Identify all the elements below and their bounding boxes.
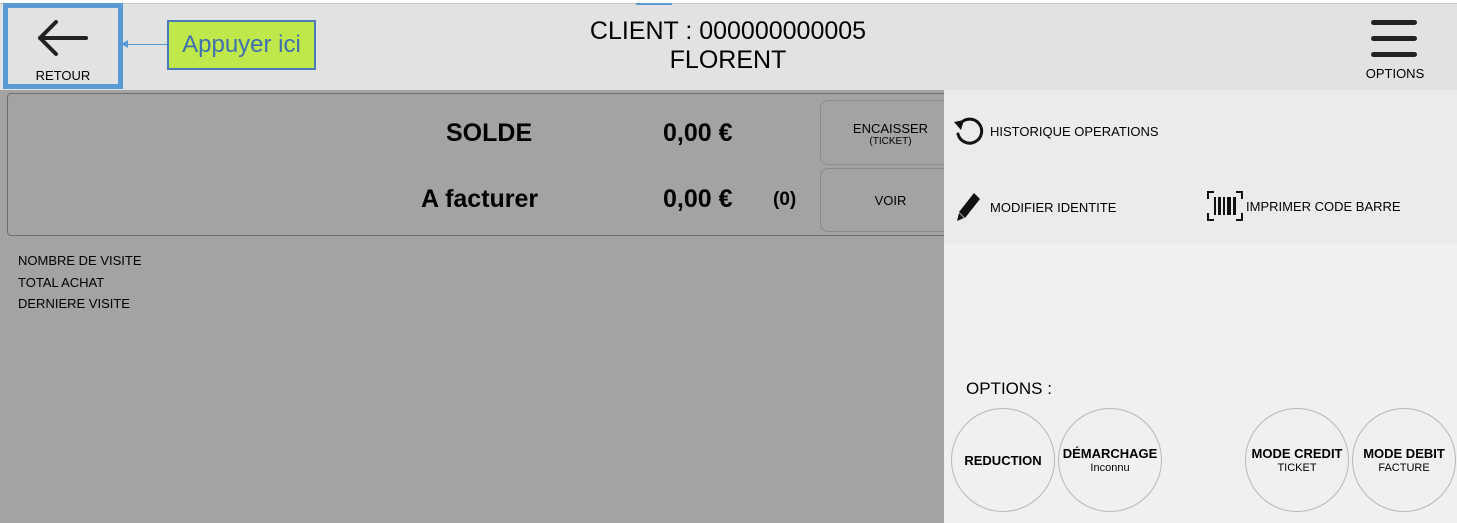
encaisser-button[interactable]: ENCAISSER (TICKET) <box>820 100 960 165</box>
client-name: FLORENT <box>669 46 787 74</box>
callout-connector <box>122 44 168 45</box>
actions-panel: HISTORIQUE OPERATIONS MODIFIER IDENTITE … <box>944 90 1457 523</box>
options-menu-button[interactable]: OPTIONS <box>1350 3 1440 89</box>
voir-button[interactable]: VOIR <box>820 168 960 232</box>
demarchage-label: DÉMARCHAGE <box>1062 446 1158 461</box>
facturer-value: 0,00 € <box>663 185 733 213</box>
mode-debit-button[interactable]: MODE DEBIT FACTURE <box>1352 408 1456 512</box>
edit-identity-button[interactable]: MODIFIER IDENTITE <box>956 191 1116 223</box>
total-purchase-label: TOTAL ACHAT <box>18 274 105 290</box>
options-heading: OPTIONS : <box>966 379 1052 398</box>
arrow-left-icon <box>38 20 88 56</box>
print-barcode-label: IMPRIMER CODE BARRE <box>1246 198 1401 214</box>
visits-label: NOMBRE DE VISITE <box>18 253 142 268</box>
history-operations-button[interactable]: HISTORIQUE OPERATIONS <box>952 114 1159 148</box>
demarchage-sublabel: Inconnu <box>1090 462 1130 474</box>
page-title: CLIENT : 000000000005 FLORENT <box>528 17 928 75</box>
last-visit-label: DERNIERE VISITE <box>18 296 130 311</box>
options-label: OPTIONS <box>1365 66 1425 81</box>
balance-box: SOLDE 0,00 € A facturer 0,00 € (0) ENCAI… <box>7 93 960 236</box>
callout-arrowhead <box>121 40 128 48</box>
encaisser-sublabel: (TICKET) <box>869 136 912 147</box>
callout-hint: Appuyer ici <box>167 20 316 70</box>
mode-credit-button[interactable]: MODE CREDIT TICKET <box>1245 408 1349 512</box>
encaisser-label: ENCAISSER <box>852 121 929 136</box>
client-stats: NOMBRE DE VISITE TOTAL ACHAT DERNIERE VI… <box>18 250 142 315</box>
demarchage-button[interactable]: DÉMARCHAGE Inconnu <box>1058 408 1162 512</box>
mode-debit-sublabel: FACTURE <box>1378 462 1430 474</box>
actions-area: HISTORIQUE OPERATIONS MODIFIER IDENTITE … <box>944 90 1457 244</box>
mode-debit-label: MODE DEBIT <box>1363 446 1445 461</box>
voir-label: VOIR <box>874 193 907 208</box>
reduction-button[interactable]: REDUCTION <box>951 408 1055 512</box>
header-accent <box>636 3 672 5</box>
history-icon <box>954 117 984 145</box>
back-button[interactable]: RETOUR <box>3 3 123 89</box>
edit-identity-label: MODIFIER IDENTITE <box>990 199 1117 215</box>
facturer-count: (0) <box>773 189 797 210</box>
facturer-label: A facturer <box>421 185 539 213</box>
solde-label: SOLDE <box>446 119 533 147</box>
history-label: HISTORIQUE OPERATIONS <box>990 123 1159 139</box>
back-label: RETOUR <box>35 68 91 83</box>
pencil-icon <box>957 193 980 221</box>
barcode-icon <box>1207 191 1243 221</box>
client-summary-panel: SOLDE 0,00 € A facturer 0,00 € (0) ENCAI… <box>0 90 960 523</box>
solde-value: 0,00 € <box>663 119 733 147</box>
mode-credit-label: MODE CREDIT <box>1251 446 1343 461</box>
client-number: CLIENT : 000000000005 <box>589 17 867 45</box>
print-barcode-button[interactable]: IMPRIMER CODE BARRE <box>1207 191 1401 221</box>
reduction-label: REDUCTION <box>964 452 1042 468</box>
hamburger-menu-icon <box>1371 20 1417 57</box>
mode-credit-sublabel: TICKET <box>1277 462 1317 474</box>
